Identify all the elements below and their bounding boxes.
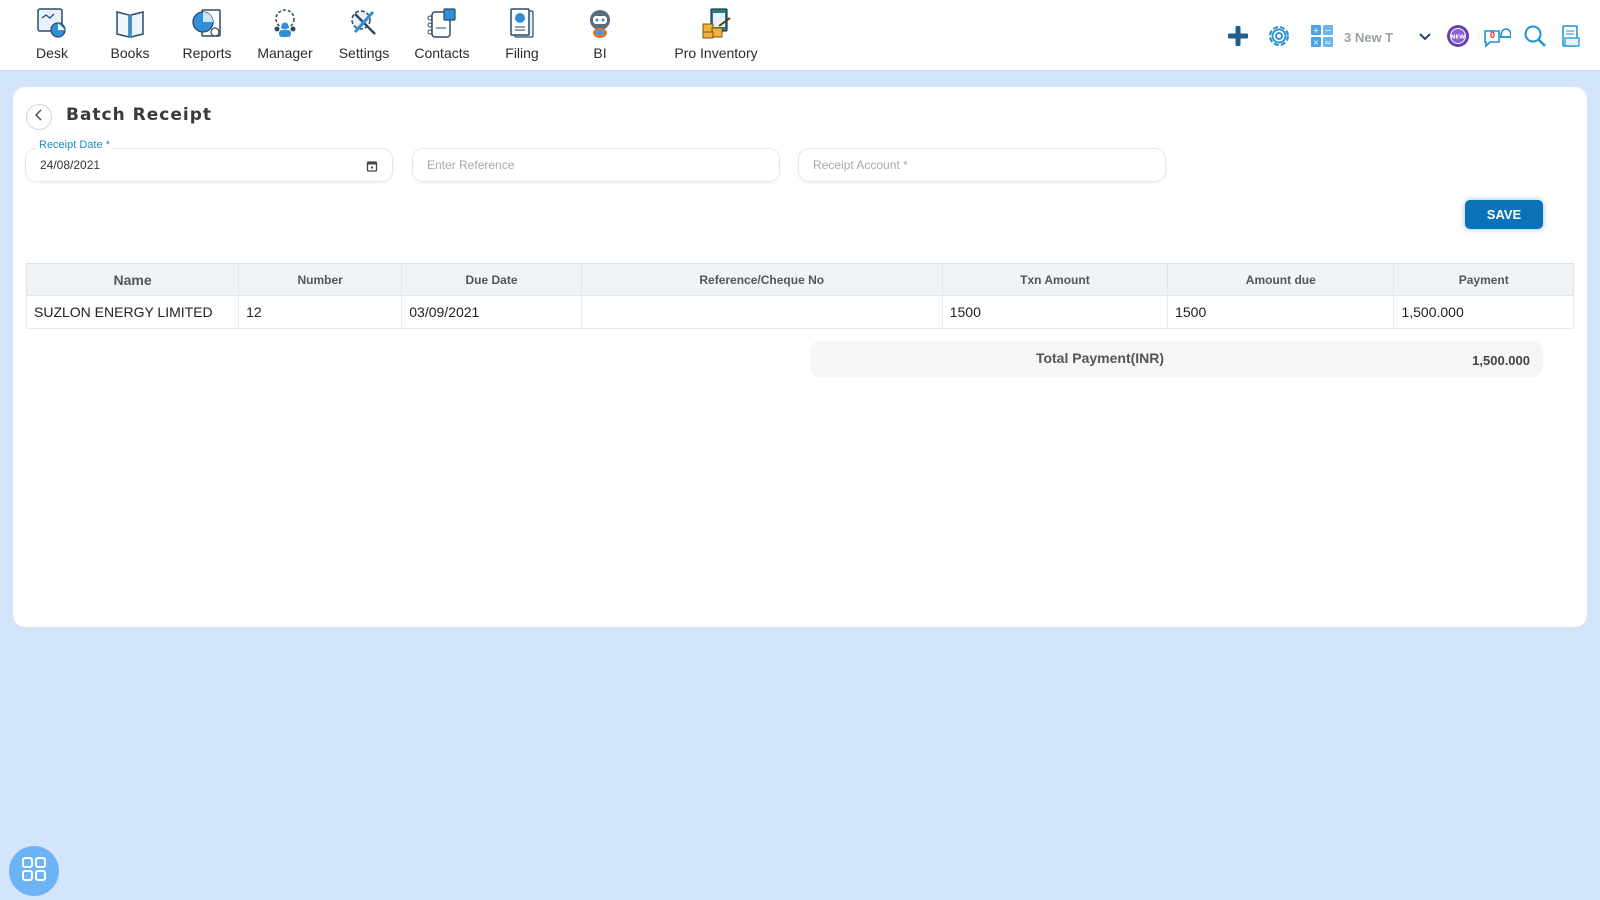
new-badge-text: NEW — [1451, 34, 1465, 40]
reference-input[interactable] — [413, 149, 779, 181]
apps-menu-button[interactable] — [9, 846, 59, 896]
save-button[interactable]: SAVE — [1465, 200, 1543, 229]
company-dropdown-button[interactable] — [1413, 20, 1437, 56]
receipt-account-field[interactable] — [799, 149, 1165, 181]
svg-text:+: + — [1313, 26, 1320, 35]
column-header-payment[interactable]: Payment — [1393, 263, 1574, 296]
nav-manager[interactable]: Manager — [240, 6, 330, 61]
chat-bell-icon: 0 — [1483, 25, 1511, 51]
search-icon — [1523, 24, 1547, 53]
nav-pro-inventory[interactable]: Pro Inventory — [661, 6, 771, 61]
manager-icon — [268, 6, 302, 40]
back-button[interactable] — [26, 104, 52, 130]
nav-manager-label: Manager — [257, 45, 313, 61]
nav-bi[interactable]: BI — [555, 6, 645, 61]
settings-icon — [347, 6, 381, 40]
settings-button[interactable] — [1262, 20, 1296, 56]
total-payment-value: 1,500.000 — [1472, 353, 1530, 368]
svg-text:=: = — [1325, 38, 1332, 47]
nav-desk[interactable]: Desk — [7, 6, 97, 61]
notifications-button[interactable]: 0 — [1480, 20, 1514, 56]
table-row: SUZLON ENERGY LIMITED 12 03/09/2021 1500… — [25, 295, 1574, 329]
reports-icon — [190, 6, 224, 40]
books-icon — [113, 6, 147, 40]
nav-contacts[interactable]: Contacts — [397, 6, 487, 61]
column-header-txn-amount[interactable]: Txn Amount — [941, 263, 1169, 296]
pro-inventory-icon — [699, 6, 733, 40]
chevron-down-icon — [1418, 29, 1432, 47]
nav-filing[interactable]: Filing — [477, 6, 567, 61]
document-icon — [1561, 24, 1581, 53]
calculator-icon: + − × = — [1310, 24, 1334, 53]
gear-icon — [1265, 22, 1293, 55]
new-badge-icon: NEW — [1446, 24, 1470, 53]
company-name[interactable]: 3 New T — [1344, 30, 1393, 45]
notes-button[interactable] — [1554, 20, 1588, 56]
receipt-date-field[interactable]: Receipt Date * — [26, 139, 392, 181]
receipt-date-input[interactable] — [26, 149, 392, 181]
add-button[interactable] — [1221, 20, 1255, 56]
calendar-icon[interactable] — [366, 159, 378, 172]
whats-new-button[interactable]: NEW — [1441, 20, 1475, 56]
svg-text:−: − — [1325, 26, 1332, 35]
nav-contacts-label: Contacts — [414, 45, 470, 61]
notification-count: 0 — [1490, 30, 1496, 40]
receipt-table: Name Number Due Date Reference/Cheque No… — [25, 263, 1574, 329]
nav-settings-label: Settings — [338, 45, 390, 61]
page-title: Batch Receipt — [66, 105, 213, 125]
cell-name: SUZLON ENERGY LIMITED — [25, 295, 240, 329]
cell-amount-due: 1500 — [1167, 295, 1395, 329]
cell-txn-amount: 1500 — [941, 295, 1169, 329]
batch-receipt-card: Batch Receipt Receipt Date * SAVE Name N… — [13, 87, 1587, 627]
top-nav-bar: Desk Books Reports Manager Settings Cont… — [0, 0, 1600, 71]
reference-field[interactable] — [413, 149, 779, 181]
cell-due-date: 03/09/2021 — [401, 295, 582, 329]
column-header-name[interactable]: Name — [25, 263, 240, 296]
contacts-icon — [425, 6, 459, 40]
column-header-due-date[interactable]: Due Date — [401, 263, 582, 296]
receipt-account-input[interactable] — [799, 149, 1165, 181]
total-payment-label: Total Payment(INR) — [1035, 350, 1165, 366]
nav-bi-label: BI — [593, 45, 607, 61]
total-payment-box: Total Payment(INR) 1,500.000 — [810, 341, 1543, 377]
column-header-reference[interactable]: Reference/Cheque No — [580, 263, 943, 296]
search-button[interactable] — [1518, 20, 1552, 56]
nav-reports-label: Reports — [182, 45, 232, 61]
chevron-left-icon — [34, 108, 44, 126]
table-header-row: Name Number Due Date Reference/Cheque No… — [25, 263, 1574, 296]
bi-robot-icon — [583, 6, 617, 40]
nav-filing-label: Filing — [505, 45, 539, 61]
plus-icon — [1226, 24, 1250, 53]
nav-pro-inventory-label: Pro Inventory — [674, 45, 758, 61]
nav-books-label: Books — [110, 45, 150, 61]
column-header-amount-due[interactable]: Amount due — [1167, 263, 1395, 296]
filing-icon — [505, 6, 539, 40]
receipt-date-label: Receipt Date * — [36, 139, 113, 151]
calculator-button[interactable]: + − × = — [1305, 20, 1339, 56]
column-header-number[interactable]: Number — [238, 263, 403, 296]
cell-number: 12 — [238, 295, 403, 329]
cell-payment[interactable]: 1,500.000 — [1393, 295, 1574, 329]
nav-desk-label: Desk — [36, 45, 68, 61]
svg-text:×: × — [1313, 38, 1320, 47]
cell-reference[interactable] — [580, 295, 943, 329]
grid-icon — [21, 856, 47, 887]
nav-settings[interactable]: Settings — [319, 6, 409, 61]
nav-reports[interactable]: Reports — [162, 6, 252, 61]
desk-icon — [35, 6, 69, 40]
